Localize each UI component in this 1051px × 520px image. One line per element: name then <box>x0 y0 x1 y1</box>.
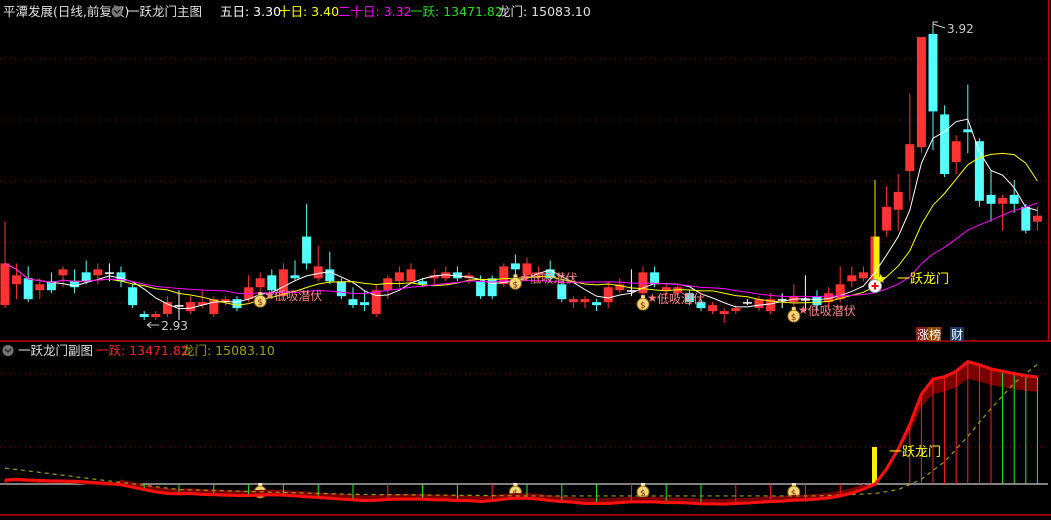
candle[interactable] <box>742 299 752 306</box>
svg-text:$: $ <box>512 280 518 290</box>
candle[interactable] <box>499 263 509 288</box>
candle[interactable] <box>928 25 938 151</box>
svg-text:$: $ <box>791 313 797 323</box>
candle[interactable] <box>974 138 984 207</box>
rank-badge[interactable]: 涨榜 <box>916 327 941 342</box>
dropdown-chevron-icon[interactable] <box>111 6 123 17</box>
ma10-value: 十日: 3.40 <box>278 4 339 19</box>
sub-longmen-value: 龙门: 15083.10 <box>182 343 275 358</box>
yiyue-line <box>4 360 1038 506</box>
signal-label-main: 一跃龙门 <box>897 272 949 287</box>
sub-yiyue-value: 一跃: 13471.82 <box>96 343 189 358</box>
main-grid <box>0 58 1048 448</box>
candle[interactable] <box>313 245 323 282</box>
candle[interactable] <box>325 251 335 285</box>
ma5-value: 五日: 3.30 <box>220 4 281 19</box>
candle[interactable] <box>568 296 578 309</box>
candle[interactable] <box>464 272 474 285</box>
main-header: 平潭发展(日线,前复权) 一跃龙门主图 五日: 3.30 十日: 3.40 二十… <box>3 4 591 19</box>
longmen-value: 龙门: 15083.10 <box>498 4 591 19</box>
candle[interactable] <box>719 308 729 323</box>
buy-signal-label: 低吸潜伏 <box>808 304 856 318</box>
high-pointer-icon <box>932 21 946 29</box>
finance-badge[interactable]: 财 <box>950 327 964 342</box>
stock-title: 平潭发展(日线,前复权) <box>3 4 129 19</box>
candle[interactable] <box>23 266 33 303</box>
sub-chart[interactable] <box>0 360 1048 506</box>
yiyue-band <box>5 361 1038 505</box>
candle[interactable] <box>603 281 613 309</box>
candle[interactable] <box>348 287 358 309</box>
candle[interactable] <box>104 263 114 282</box>
candle[interactable] <box>441 266 451 282</box>
stock-chart[interactable]: $★$$★$$★$$★$★ 平潭发展(日线,前复权) 一跃龙门主图 五日: 3.… <box>0 0 1051 520</box>
svg-text:$: $ <box>640 301 646 311</box>
candle[interactable] <box>847 266 857 288</box>
money-bag-icon: $ <box>636 483 650 499</box>
star-icon: ★ <box>875 272 887 287</box>
yiyue-value: 一跃: 13471.82 <box>410 4 503 19</box>
candle[interactable] <box>186 296 196 315</box>
candle[interactable] <box>452 266 462 282</box>
signal-bar <box>872 447 877 484</box>
ma20-value: 二十日: 3.32 <box>338 4 412 19</box>
candle[interactable] <box>128 284 138 309</box>
candle[interactable] <box>12 263 22 300</box>
candle[interactable] <box>232 296 242 312</box>
candle[interactable] <box>302 203 312 270</box>
high-price-label: 3.92 <box>947 22 974 36</box>
candle[interactable] <box>174 290 184 321</box>
buy-signal-label: 低吸潜伏 <box>274 289 322 303</box>
candle[interactable] <box>139 311 149 321</box>
signal-label-sub: 一跃龙门 <box>889 445 941 460</box>
candle[interactable] <box>151 311 161 321</box>
main-indicator-name[interactable]: 一跃龙门主图 <box>127 4 202 19</box>
candle[interactable] <box>580 296 590 309</box>
svg-text:$: $ <box>257 298 263 308</box>
sub-indicator-name[interactable]: 一跃龙门副图 <box>18 343 93 358</box>
svg-text:财: 财 <box>951 328 963 342</box>
candle[interactable] <box>487 275 497 300</box>
candle[interactable] <box>858 266 868 282</box>
candle[interactable] <box>986 171 996 222</box>
candle[interactable] <box>998 194 1008 231</box>
candle[interactable] <box>905 93 915 201</box>
dropdown-chevron-icon[interactable] <box>2 345 14 356</box>
candle[interactable] <box>371 284 381 318</box>
sub-header: 一跃龙门副图 一跃: 13471.82 龙门: 15083.10 <box>2 343 275 358</box>
candle[interactable] <box>708 302 718 315</box>
candle[interactable] <box>592 299 602 312</box>
candle[interactable] <box>893 174 903 231</box>
low-pointer-icon <box>146 321 160 329</box>
candle[interactable] <box>916 36 926 154</box>
candle[interactable] <box>290 260 300 282</box>
candle[interactable] <box>406 263 416 285</box>
candle[interactable] <box>870 179 880 282</box>
buy-signal-label: 低吸潜伏 <box>657 292 705 306</box>
buy-signal-label: 低吸潜伏 <box>529 271 577 285</box>
svg-text:涨榜: 涨榜 <box>917 327 941 342</box>
candle[interactable] <box>940 105 950 177</box>
signal-markers: $★$$★$$★$$★$★ <box>146 21 946 499</box>
candle[interactable] <box>116 266 126 288</box>
candle[interactable] <box>951 135 961 174</box>
candle[interactable] <box>882 185 892 237</box>
low-price-label: 2.93 <box>161 319 188 333</box>
candle[interactable] <box>162 296 172 318</box>
candle[interactable] <box>93 263 103 285</box>
